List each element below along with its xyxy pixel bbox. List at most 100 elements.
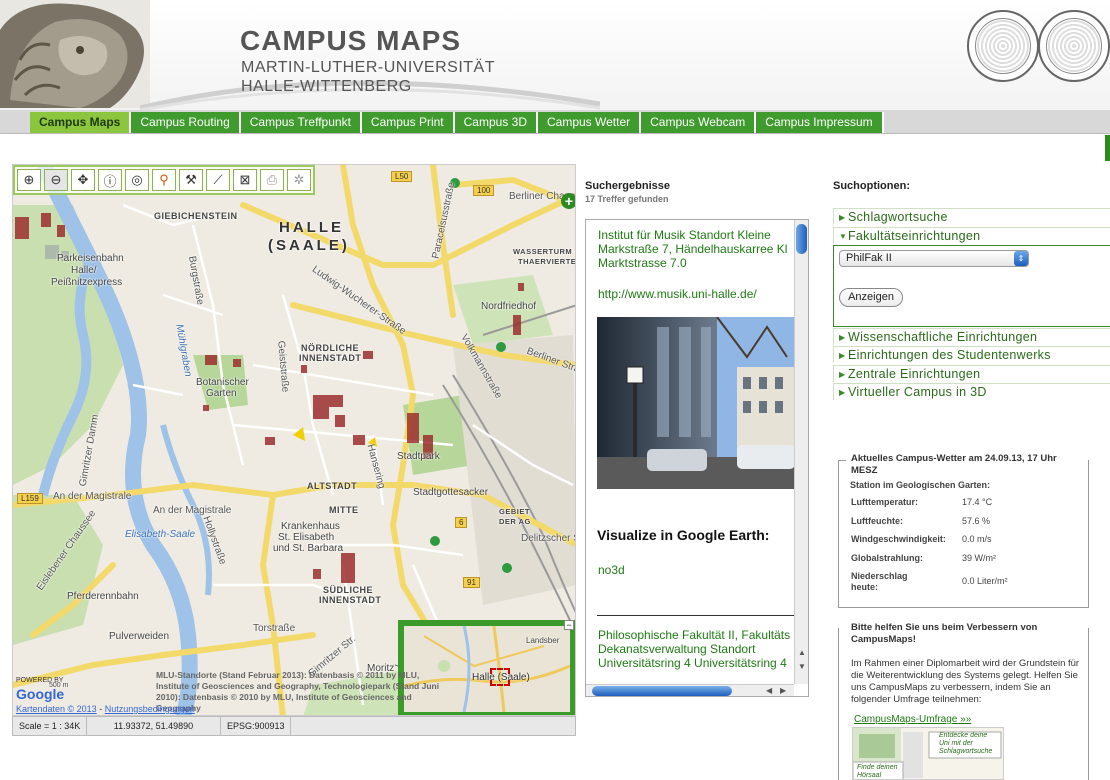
scroll-left-icon[interactable]: ◀ bbox=[766, 686, 772, 695]
search-result-music-institute[interactable]: ▸ Institut für Musik Standort Kleine Mar… bbox=[598, 228, 794, 270]
settings-icon[interactable]: ✲ bbox=[287, 169, 311, 191]
map-label-mitte: MITTE bbox=[329, 505, 359, 515]
promo-line: Schlagwortsuche bbox=[939, 748, 993, 755]
weather-box: Aktuelles Campus-Wetter am 24.09.13, 17 … bbox=[838, 453, 1089, 608]
zoom-extent-icon[interactable]: ◎ bbox=[125, 169, 149, 191]
scroll-right-icon[interactable]: ▶ bbox=[780, 686, 786, 695]
print-icon[interactable]: ⎙ bbox=[260, 169, 284, 191]
overview-toggle-icon[interactable]: − bbox=[564, 620, 574, 630]
nav-tab-campus-maps[interactable]: Campus Maps bbox=[30, 112, 132, 133]
weather-label: Windgeschwindigkeit: bbox=[851, 534, 946, 544]
accordion-label: Einrichtungen des Studentenwerks bbox=[848, 348, 1051, 362]
result-line: Philosophische Fakultät II, Fakultäts bbox=[598, 628, 791, 642]
map-links: Kartendaten © 2013 - Nutzungsbedingungen bbox=[16, 704, 195, 714]
map-label-an-der-magistrale-1: An der Magistrale bbox=[53, 491, 132, 502]
accordion-label: Schlagwortsuche bbox=[848, 210, 948, 224]
map-label-gebiet: GEBIET bbox=[499, 507, 530, 516]
search-results-panel: ▸ Institut für Musik Standort Kleine Mar… bbox=[585, 219, 809, 697]
site-title: CAMPUS MAPS bbox=[240, 25, 462, 56]
map-label-st-elisabeth: St. Elisabeth bbox=[278, 532, 335, 543]
results-vertical-scrollbar[interactable]: ▲ ▼ bbox=[794, 220, 808, 684]
results-vertical-scroll-thumb[interactable] bbox=[796, 224, 807, 254]
info-icon[interactable]: ⓘ bbox=[98, 169, 122, 191]
nav-tab-campus-webcam[interactable]: Campus Webcam bbox=[641, 112, 757, 133]
scale-bar-label: 500 m bbox=[49, 682, 69, 689]
nav-tab-campus-3d[interactable]: Campus 3D bbox=[454, 112, 538, 133]
nav-tab-campus-print[interactable]: Campus Print bbox=[361, 112, 455, 133]
nav-tab-campus-wetter[interactable]: Campus Wetter bbox=[537, 112, 642, 133]
accordion-fakultaetseinrichtungen[interactable]: ▼ Fakultätseinrichtungen bbox=[833, 227, 1110, 244]
faculty-select[interactable]: PhilFak II ⇕ bbox=[839, 250, 1029, 267]
map-projection-readout: EPSG:900913 bbox=[221, 717, 291, 735]
accordion-virtueller-campus[interactable]: ▶ Virtueller Campus in 3D bbox=[833, 383, 1110, 400]
accordion-wissenschaftliche[interactable]: ▶ Wissenschaftliche Einrichtungen bbox=[833, 328, 1110, 345]
map-label-wasserturm: WASSERTURM - bbox=[513, 247, 576, 256]
weather-value: 17.4 °C bbox=[962, 497, 993, 507]
map-label-botanischer: Botanischer bbox=[196, 377, 249, 388]
search-result-music-url[interactable]: ▸ http://www.musik.uni-halle.de/ bbox=[598, 287, 794, 301]
map-statusbar: Scale = 1 : 34K 11.93372, 51.49890 EPSG:… bbox=[12, 716, 576, 736]
no3d-label: no3d bbox=[598, 563, 625, 577]
map-label-elisabeth-saale: Elisabeth-Saale bbox=[125, 529, 196, 540]
nav-tab-campus-impressum[interactable]: Campus Impressum bbox=[756, 112, 884, 133]
triangle-right-icon: ▶ bbox=[839, 351, 846, 360]
triangle-down-icon: ▼ bbox=[839, 232, 848, 241]
zoom-out-icon[interactable]: ⊖ bbox=[44, 169, 68, 191]
accordion-label: Wissenschaftliche Einrichtungen bbox=[848, 330, 1038, 344]
promo-line: Entdecke deine bbox=[939, 732, 988, 739]
triangle-right-icon: ▶ bbox=[839, 388, 846, 397]
nav-tab-campus-routing[interactable]: Campus Routing bbox=[131, 112, 241, 133]
ruler-icon[interactable]: ⟋ bbox=[206, 169, 230, 191]
map-label-st-barbara: und St. Barbara bbox=[273, 543, 344, 554]
feedback-box: Bitte helfen Sie uns beim Verbessern von… bbox=[838, 622, 1089, 780]
measure-icon[interactable]: ⚒ bbox=[179, 169, 203, 191]
result-url: http://www.musik.uni-halle.de/ bbox=[598, 287, 757, 301]
promo-text-2: Finde deinen Hörsaal bbox=[857, 764, 897, 779]
weather-value: 57.6 % bbox=[962, 516, 991, 526]
survey-link[interactable]: CampusMaps-Umfrage »» bbox=[854, 714, 971, 725]
promo-line: Hörsaal bbox=[857, 772, 882, 779]
accordion-schlagwortsuche[interactable]: ▶ Schlagwortsuche bbox=[833, 208, 1110, 225]
map-coordinate-readout: 11.93372, 51.49890 bbox=[87, 717, 221, 735]
nutzungsbedingungen-link[interactable]: Nutzungsbedingungen bbox=[105, 704, 195, 714]
scroll-down-icon[interactable]: ▼ bbox=[798, 662, 806, 671]
survey-promo-image[interactable]: Entdecke deine Uni mit der Schlagwortsuc… bbox=[852, 727, 1004, 780]
map-label-thaerviertel: THAERVIERTEL bbox=[518, 257, 576, 266]
layer-switcher-plus-icon[interactable]: + bbox=[561, 193, 575, 209]
map-label-der-ag: DER AG bbox=[499, 517, 531, 526]
map-label-peissnitzexpress: Peißnitzexpress bbox=[51, 277, 123, 288]
search-icon[interactable]: ⚲ bbox=[152, 169, 176, 191]
result-line: Marktstrasse 7.0 bbox=[598, 256, 687, 270]
weather-label: Niederschlag heute: bbox=[851, 571, 908, 592]
results-horizontal-scrollbar[interactable]: ◀ ▶ bbox=[586, 684, 794, 696]
map-label-route-6: 6 bbox=[455, 517, 468, 528]
nav-tab-campus-treffpunkt[interactable]: Campus Treffpunkt bbox=[240, 112, 362, 133]
search-result-philfak[interactable]: ▸ Philosophische Fakultät II, Fakultäts … bbox=[598, 628, 794, 670]
overview-extent-box[interactable] bbox=[490, 668, 510, 686]
google-earth-no3d-link[interactable]: ▸ no3d bbox=[598, 563, 794, 577]
result-line: Markstraße 7, Händelhauskarree Kl bbox=[598, 242, 788, 256]
faculty-select-value: PhilFak II bbox=[846, 252, 892, 264]
kartendaten-link[interactable]: Kartendaten © 2013 bbox=[16, 704, 97, 714]
accordion-studentenwerk[interactable]: ▶ Einrichtungen des Studentenwerks bbox=[833, 346, 1110, 363]
map-label-innenstadt-sued: INNENSTADT bbox=[319, 595, 382, 605]
clear-icon[interactable]: ⊠ bbox=[233, 169, 257, 191]
show-button[interactable]: Anzeigen bbox=[839, 288, 903, 307]
map-label-delitzscher: Delitzscher S bbox=[521, 533, 576, 544]
weather-label: Globalstrahlung: bbox=[851, 553, 923, 563]
map-label-pferderennbahn: Pferderennbahn bbox=[67, 591, 139, 602]
zoom-in-icon[interactable]: ⊕ bbox=[17, 169, 41, 191]
triangle-right-icon: ▶ bbox=[839, 333, 846, 342]
main-navigation: Campus Maps Campus Routing Campus Treffpun… bbox=[30, 112, 884, 133]
accordion-zentrale[interactable]: ▶ Zentrale Einrichtungen bbox=[833, 365, 1110, 382]
map-label-saale: (SAALE) bbox=[268, 237, 350, 254]
results-divider bbox=[597, 615, 794, 616]
scroll-up-icon[interactable]: ▲ bbox=[798, 648, 806, 657]
map-label-suedliche: SÜDLICHE bbox=[323, 585, 374, 595]
campus-map[interactable]: HALLE (SAALE) GIEBICHENSTEIN Parkeisenba… bbox=[12, 164, 576, 716]
results-horizontal-scroll-thumb[interactable] bbox=[592, 686, 732, 696]
pan-icon[interactable]: ✥ bbox=[71, 169, 95, 191]
feedback-text: Im Rahmen einer Diplomarbeit wird der Gr… bbox=[851, 658, 1080, 705]
weather-station: Station im Geologischen Garten: bbox=[850, 480, 991, 490]
result-line: Dekanatsverwaltung Standort bbox=[598, 642, 756, 656]
